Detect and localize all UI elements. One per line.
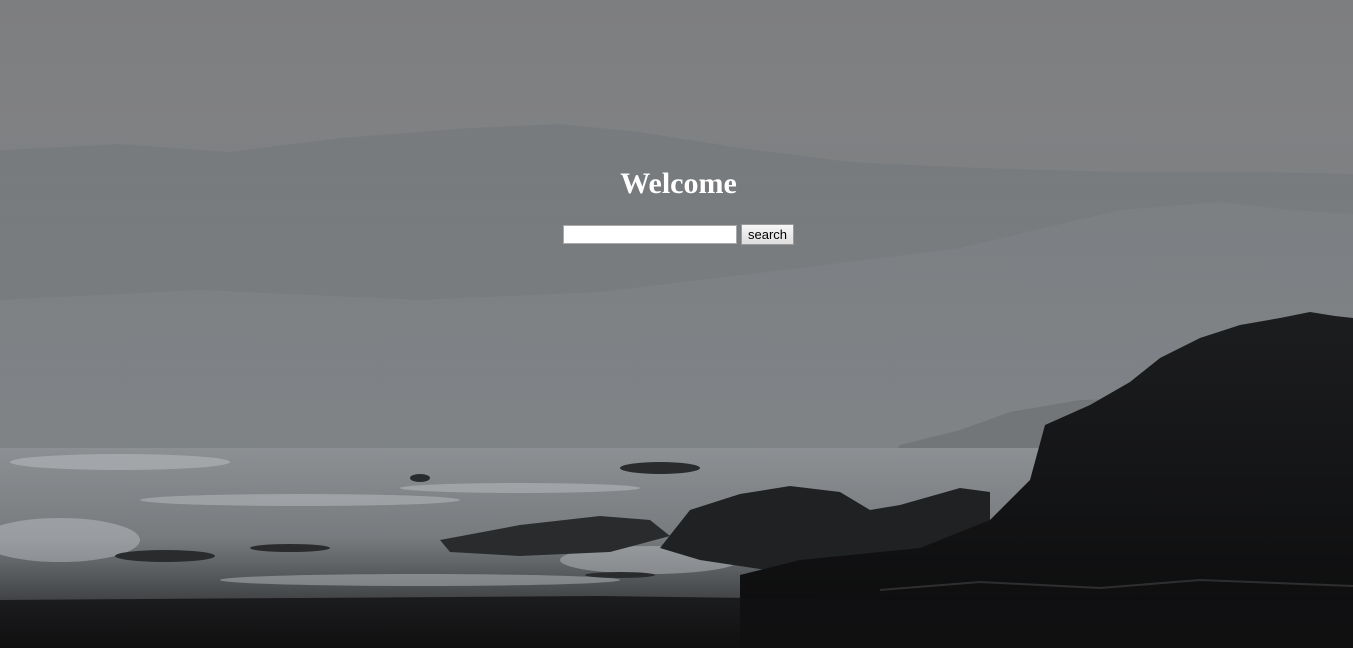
page-title: Welcome bbox=[620, 167, 737, 200]
search-input[interactable] bbox=[563, 225, 737, 244]
search-form: search bbox=[563, 224, 795, 245]
welcome-panel: Welcome search bbox=[0, 0, 1353, 648]
page: Welcome search bbox=[0, 0, 1353, 648]
search-button[interactable]: search bbox=[741, 224, 795, 245]
